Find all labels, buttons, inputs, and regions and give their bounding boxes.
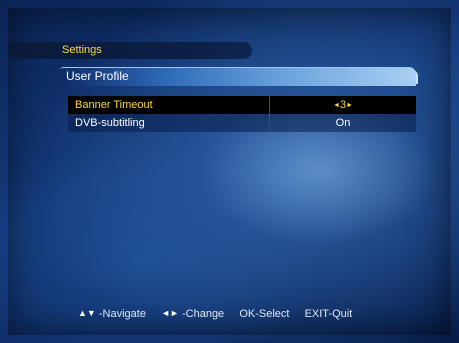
- arrow-right-icon[interactable]: ►: [346, 102, 353, 109]
- header-bar: [8, 42, 252, 59]
- settings-table: Banner Timeout ◄3► DVB-subtitling On: [68, 96, 416, 132]
- menu-title: Settings: [62, 44, 102, 56]
- arrow-left-icon[interactable]: ◄: [333, 102, 340, 109]
- setting-label: DVB-subtitling: [75, 117, 145, 129]
- up-down-arrows-icon: ▲▼: [78, 308, 96, 318]
- help-bar: ▲▼ -Navigate ◄► -Change OK-Select EXIT-Q…: [78, 306, 352, 321]
- setting-label: Banner Timeout: [75, 99, 153, 111]
- setting-value[interactable]: On: [270, 115, 416, 131]
- quit-hint: EXIT-Quit: [304, 308, 353, 320]
- setting-row-dvb-subtitling[interactable]: DVB-subtitling On: [68, 114, 416, 132]
- select-hint: OK-Select: [239, 308, 290, 320]
- tv-screen: Settings User Profile Banner Timeout ◄3►…: [0, 0, 459, 343]
- setting-row-banner-timeout[interactable]: Banner Timeout ◄3►: [68, 96, 416, 114]
- section-title: User Profile: [66, 69, 129, 83]
- section-tab-cap: [406, 70, 418, 84]
- setting-value[interactable]: ◄3►: [270, 97, 416, 114]
- left-right-arrows-icon: ◄►: [161, 308, 179, 318]
- navigate-hint: -Navigate: [98, 308, 146, 320]
- change-hint: -Change: [181, 308, 225, 320]
